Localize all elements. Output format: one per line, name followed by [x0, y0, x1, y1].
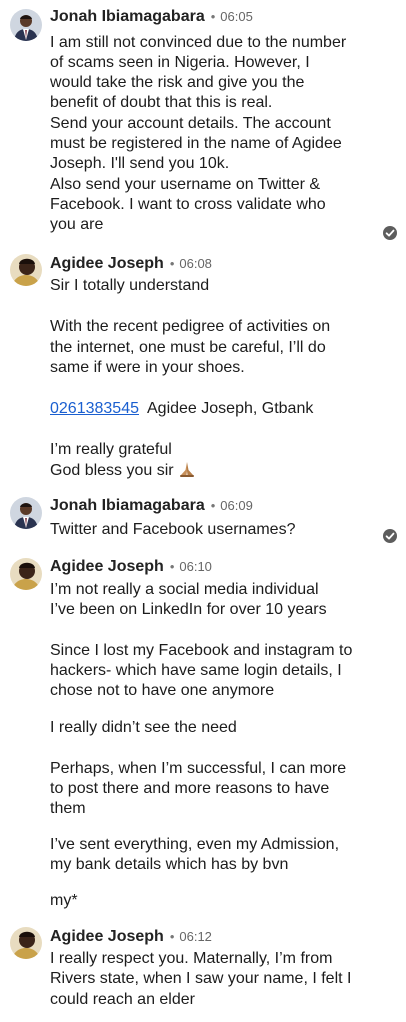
sender-name[interactable]: Agidee Joseph	[50, 558, 164, 575]
message-agidee-2: Agidee Joseph • 06:10 I’m not really a soc…	[0, 550, 406, 922]
message-text-line: Also send your username on Twitter &	[50, 176, 321, 193]
message-text-line: my*	[50, 892, 78, 909]
message-text-line: I’m really grateful	[50, 441, 172, 458]
account-line: 0261383545 Agidee Joseph, Gtbank	[50, 399, 313, 419]
sender-name[interactable]: Agidee Joseph	[50, 255, 164, 272]
message-header: Jonah Ibiamagabara • 06:09	[50, 497, 253, 515]
message-text-line: would take the risk and give you the	[50, 74, 305, 91]
timestamp: 06:10	[179, 559, 212, 574]
separator-dot: •	[169, 929, 175, 944]
message-jonah-2: Jonah Ibiamagabara • 06:09 Twitter and Fac…	[0, 490, 406, 550]
message-agidee-1: Agidee Joseph • 06:08 Sir I totally unders…	[0, 245, 406, 490]
message-text-line: Joseph. I'll send you 10k.	[50, 155, 230, 172]
message-header: Agidee Joseph • 06:08	[50, 255, 212, 273]
avatar-jonah[interactable]	[10, 497, 42, 529]
sender-name[interactable]: Agidee Joseph	[50, 928, 164, 945]
message-text-line: I’m not really a social media individual	[50, 581, 319, 598]
message-text-line: could reach an elder	[50, 991, 195, 1008]
timestamp: 06:09	[220, 498, 253, 513]
message-text-line: I really didn’t see the need	[50, 719, 237, 736]
message-jonah-1: Jonah Ibiamagabara • 06:05 I am still not …	[0, 0, 406, 245]
message-text-line: same if were in your shoes.	[50, 359, 245, 376]
separator-dot: •	[169, 256, 175, 271]
avatar-agidee[interactable]	[10, 558, 42, 590]
message-text-line: hackers- which have same login details, …	[50, 662, 342, 679]
message-text-line: to post there and more reasons to have	[50, 780, 330, 797]
message-text-line: my bank details which has by bvn	[50, 856, 289, 873]
timestamp: 06:05	[220, 9, 253, 24]
check-circle-icon	[383, 226, 397, 240]
message-text-line: of scams seen in Nigeria. However, I	[50, 54, 310, 71]
avatar-agidee[interactable]	[10, 254, 42, 286]
message-text-line: Sir I totally understand	[50, 277, 210, 294]
message-text-line: God bless you sir	[50, 460, 196, 484]
timestamp: 06:12	[179, 929, 212, 944]
account-number-link[interactable]: 0261383545	[50, 400, 139, 417]
message-text-line: Perhaps, when I’m successful, I can more	[50, 760, 347, 777]
message-text-line: the internet, one must be careful, I’ll …	[50, 339, 326, 356]
message-header: Jonah Ibiamagabara • 06:05	[50, 8, 253, 26]
message-text-line: With the recent pedigree of activities o…	[50, 318, 331, 335]
message-text-line: I really respect you. Maternally, I’m fr…	[50, 950, 333, 967]
message-text-line: I am still not convinced due to the numb…	[50, 34, 347, 51]
message-text-line: must be registered in the name of Agidee	[50, 135, 342, 152]
message-text-line: Twitter and Facebook usernames?	[50, 521, 296, 538]
praying-hands-icon	[178, 460, 196, 484]
message-text: God bless you sir	[50, 462, 174, 479]
avatar-jonah[interactable]	[10, 9, 42, 41]
message-text-line: Since I lost my Facebook and instagram t…	[50, 642, 353, 659]
timestamp: 06:08	[179, 256, 212, 271]
sender-name[interactable]: Jonah Ibiamagabara	[50, 497, 205, 514]
check-circle-icon	[383, 529, 397, 543]
separator-dot: •	[210, 9, 216, 24]
sender-name[interactable]: Jonah Ibiamagabara	[50, 8, 205, 25]
message-text-line: chose not to have one anymore	[50, 682, 275, 699]
message-text-line: Rivers state, when I saw your name, I fe…	[50, 970, 352, 987]
message-text-line: them	[50, 800, 86, 817]
account-holder-text: Agidee Joseph, Gtbank	[147, 400, 314, 417]
message-text-line: I’ve sent everything, even my Admission,	[50, 836, 340, 853]
message-header: Agidee Joseph • 06:12	[50, 928, 212, 946]
message-text-line: Facebook. I want to cross validate who	[50, 196, 326, 213]
separator-dot: •	[169, 559, 175, 574]
message-text-line: you are	[50, 216, 104, 233]
message-text-line: I’ve been on LinkedIn for over 10 years	[50, 601, 327, 618]
separator-dot: •	[210, 498, 216, 513]
message-text-line: benefit of doubt that this is real.	[50, 94, 273, 111]
message-header: Agidee Joseph • 06:10	[50, 558, 212, 576]
message-text-line: Send your account details. The account	[50, 115, 331, 132]
avatar-agidee[interactable]	[10, 927, 42, 959]
message-agidee-3: Agidee Joseph • 06:12 I really respect you…	[0, 922, 406, 1022]
